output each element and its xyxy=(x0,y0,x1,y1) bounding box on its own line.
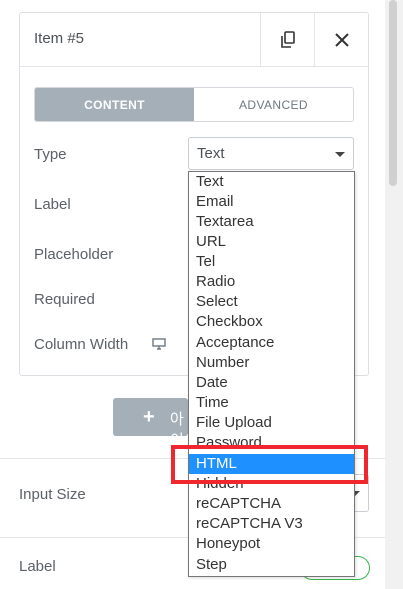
dropdown-option-file-upload[interactable]: File Upload xyxy=(189,413,354,433)
dropdown-option-time[interactable]: Time xyxy=(189,393,354,413)
annotation-highlight-box xyxy=(171,445,368,484)
label-field-label: Label xyxy=(34,196,71,213)
chevron-down-icon xyxy=(335,152,345,157)
type-label: Type xyxy=(34,146,67,163)
dropdown-option-recaptcha[interactable]: reCAPTCHA xyxy=(189,494,354,514)
add-item-button[interactable]: + 아이 xyxy=(113,398,188,449)
dropdown-option-tel[interactable]: Tel xyxy=(189,252,354,272)
dropdown-option-radio[interactable]: Radio xyxy=(189,272,354,292)
copy-icon xyxy=(280,30,295,48)
item-title: Item #5 xyxy=(34,30,85,47)
dropdown-option-step[interactable]: Step xyxy=(189,555,354,575)
dropdown-option-url[interactable]: URL xyxy=(189,232,354,252)
dropdown-option-select[interactable]: Select xyxy=(189,292,354,312)
tab-advanced[interactable]: ADVANCED xyxy=(194,88,353,121)
dropdown-option-acceptance[interactable]: Acceptance xyxy=(189,333,354,353)
type-select-value: Text xyxy=(197,145,225,162)
input-size-label: Input Size xyxy=(19,486,86,503)
dropdown-option-checkbox[interactable]: Checkbox xyxy=(189,312,354,332)
content-advanced-tabs: CONTENT ADVANCED xyxy=(34,87,354,122)
dropdown-option-number[interactable]: Number xyxy=(189,353,354,373)
required-field-label: Required xyxy=(34,291,95,308)
type-dropdown-list: Text Email Textarea URL Tel Radio Select… xyxy=(188,171,355,577)
remove-item-button[interactable] xyxy=(314,13,368,66)
plus-icon: + xyxy=(143,406,155,428)
dropdown-option-text[interactable]: Text xyxy=(189,172,354,192)
desktop-monitor-icon[interactable] xyxy=(152,338,166,350)
scrollbar-thumb[interactable] xyxy=(389,0,397,186)
tab-content[interactable]: CONTENT xyxy=(35,88,194,121)
duplicate-button[interactable] xyxy=(260,13,314,66)
dropdown-option-honeypot[interactable]: Honeypot xyxy=(189,534,354,554)
column-width-label: Column Width xyxy=(34,336,129,353)
item-header[interactable]: Item #5 xyxy=(20,13,368,67)
dropdown-option-textarea[interactable]: Textarea xyxy=(189,212,354,232)
dropdown-option-date[interactable]: Date xyxy=(189,373,354,393)
section-label-label: Label xyxy=(19,558,56,575)
dropdown-option-email[interactable]: Email xyxy=(189,192,354,212)
dropdown-option-recaptcha-v3[interactable]: reCAPTCHA V3 xyxy=(189,514,354,534)
type-select[interactable]: Text xyxy=(188,137,354,170)
add-item-label: 아이 xyxy=(170,411,184,449)
placeholder-field-label: Placeholder xyxy=(34,246,114,263)
close-icon xyxy=(334,32,349,47)
